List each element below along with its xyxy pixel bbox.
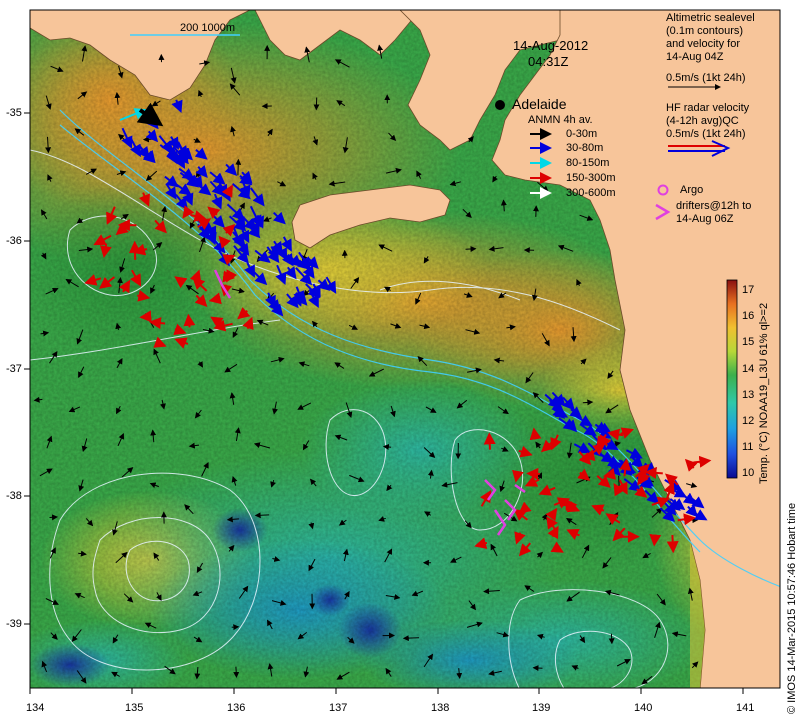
legend-anmn-title: ANMN 4h av. — [528, 114, 593, 126]
y-tick-label: -37 — [6, 363, 22, 375]
x-tick-label: 136 — [227, 702, 246, 714]
velocity-arrow — [235, 158, 242, 176]
velocity-arrow — [222, 270, 236, 283]
velocity-arrow — [644, 466, 663, 479]
colorbar-tick: 17 — [742, 284, 755, 296]
colorbar — [726, 279, 738, 479]
velocity-arrow — [582, 399, 594, 406]
velocity-arrow — [559, 499, 578, 512]
legend-altimetry: Altimetric sealevel (0.1m contours) and … — [666, 12, 755, 84]
velocity-arrow — [183, 313, 196, 328]
scale-label: 200 1000m — [180, 22, 236, 34]
colorbar-tick: 12 — [742, 415, 755, 427]
legend-anmn-0: 0-30m — [566, 128, 598, 140]
x-tick-label: 140 — [634, 702, 653, 714]
legend-argo: Argo drifters@12h to 14-Aug 06Z — [676, 184, 752, 225]
colorbar-tick: 10 — [742, 467, 755, 479]
legend-anmn-2: 80-150m — [566, 157, 610, 169]
x-tick-label: 138 — [431, 702, 450, 714]
velocity-arrow — [139, 310, 152, 323]
x-tick-label: 139 — [532, 702, 551, 714]
velocity-arrow — [666, 534, 679, 554]
y-tick-label: -35 — [6, 107, 22, 119]
x-tick-label: 141 — [736, 702, 755, 714]
colorbar-tick: 13 — [742, 389, 755, 401]
y-tick-label: -38 — [6, 490, 22, 502]
velocity-arrow — [254, 512, 270, 519]
velocity-arrow — [49, 514, 58, 521]
map-time: 04:31Z — [528, 54, 569, 69]
colorbar-tick: 16 — [742, 310, 755, 322]
velocity-arrow — [608, 633, 615, 645]
colorbar-tick: 11 — [742, 441, 754, 453]
y-tick-label: -39 — [6, 618, 22, 630]
velocity-arrow — [649, 533, 662, 547]
velocity-arrow — [483, 432, 496, 450]
x-tick-label: 135 — [125, 702, 144, 714]
legend-anmn-4: 300-600m — [566, 187, 616, 199]
legend-anmn-3: 150-300m — [566, 172, 616, 184]
velocity-arrow — [128, 240, 141, 260]
colorbar-tick: 14 — [742, 363, 755, 375]
adelaide-dot — [495, 100, 505, 110]
x-tick-label: 134 — [26, 702, 45, 714]
city-label: Adelaide — [512, 96, 567, 112]
velocity-arrow — [148, 317, 166, 330]
colorbar-label: Temp. (°C) NOAA19_L3U 61% ql>=2 — [758, 302, 770, 484]
x-tick-label: 137 — [329, 702, 348, 714]
velocity-arrow — [402, 635, 420, 642]
velocity-arrow — [465, 246, 477, 252]
velocity-arrow — [382, 443, 392, 450]
velocity-arrow — [532, 665, 543, 672]
velocity-arrow — [142, 136, 154, 143]
y-tick-label: -36 — [6, 235, 22, 247]
velocity-arrow — [233, 666, 240, 678]
legend-anmn-1: 30-80m — [566, 142, 604, 154]
map-date: 14-Aug-2012 — [513, 38, 589, 53]
colorbar-tick: 15 — [742, 336, 755, 348]
credit-text: © IMOS 14-Mar-2015 10:57:46 Hobart time — [786, 502, 798, 714]
legend-hf-radar: HF radar velocity (4-12h avg)QC 0.5m/s (… — [666, 102, 750, 140]
